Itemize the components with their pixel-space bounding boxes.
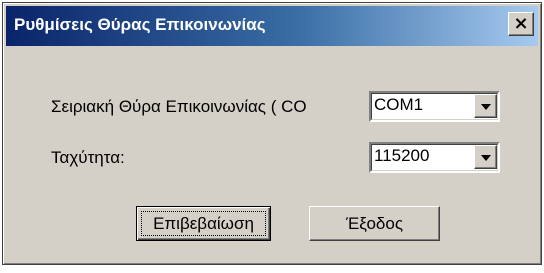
speed-value: 115200 xyxy=(374,146,430,165)
close-icon: × xyxy=(513,13,529,34)
serial-port-select[interactable]: COM1 xyxy=(369,91,500,122)
window-title: Ρυθμίσεις Θύρας Επικοινωνίας xyxy=(14,15,266,34)
confirm-button[interactable]: Επιβεβαίωση xyxy=(136,206,271,241)
speed-dropdown-button[interactable] xyxy=(474,145,497,169)
confirm-button-label: Επιβεβαίωση xyxy=(153,214,254,233)
close-button[interactable]: × xyxy=(508,12,534,36)
exit-button-label: Έξοδος xyxy=(345,214,404,233)
port-settings-dialog: Ρυθμίσεις Θύρας Επικοινωνίας × Σειριακή … xyxy=(2,2,542,265)
serial-port-dropdown-button[interactable] xyxy=(474,94,497,118)
speed-select[interactable]: 115200 xyxy=(369,142,500,173)
serial-port-value: COM1 xyxy=(374,95,424,114)
chevron-down-icon xyxy=(481,155,491,161)
speed-label: Ταχύτητα: xyxy=(51,148,125,167)
exit-button[interactable]: Έξοδος xyxy=(309,206,440,241)
title-bar[interactable]: Ρυθμίσεις Θύρας Επικοινωνίας × xyxy=(6,6,538,46)
chevron-down-icon xyxy=(481,104,491,110)
serial-port-label: Σειριακή Θύρα Επικοινωνίας ( CO xyxy=(51,97,307,116)
